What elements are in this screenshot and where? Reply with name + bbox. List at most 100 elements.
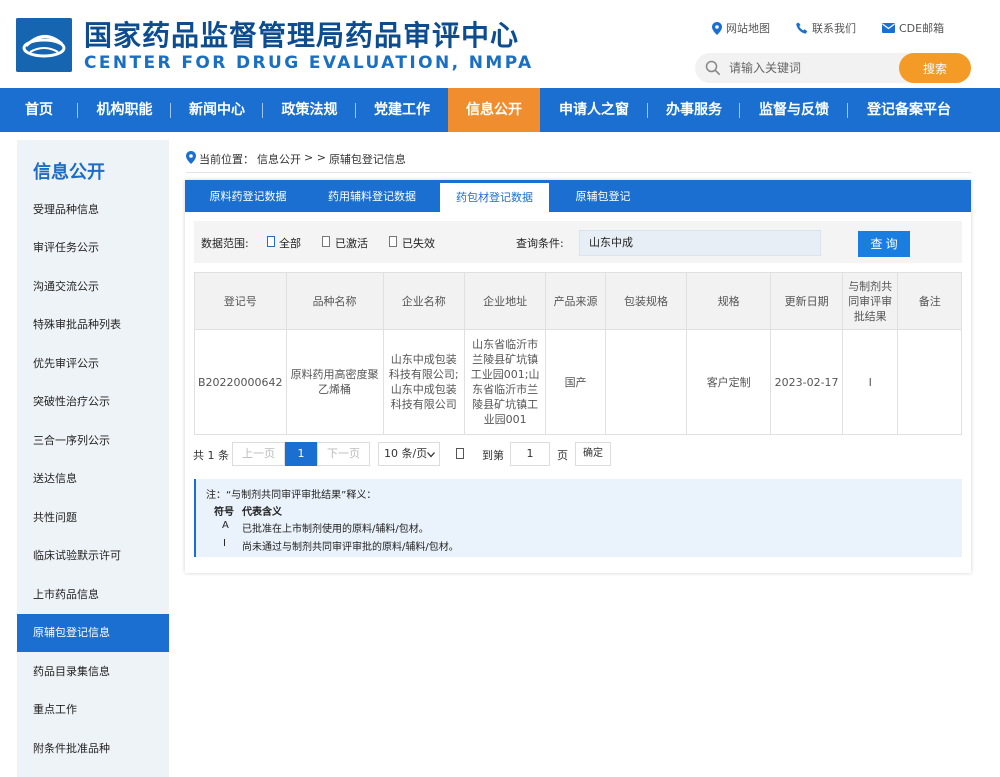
goto-confirm-button[interactable]: 确定 bbox=[575, 442, 611, 466]
breadcrumb-prefix: 当前位置： bbox=[199, 153, 254, 166]
note-meaning-a: 已批准在上市制剂使用的原料/辅料/包材。 bbox=[242, 524, 429, 535]
nav-policies[interactable]: 政策法规 bbox=[263, 88, 356, 132]
col-source: 产品来源 bbox=[545, 272, 606, 330]
contact-link-label: 联系我们 bbox=[812, 22, 856, 35]
tab-registration[interactable]: 原辅包登记 bbox=[559, 180, 647, 212]
sidebar-item-special-approval[interactable]: 特殊审批品种列表 bbox=[17, 306, 169, 344]
page-unit-label: 页 bbox=[557, 449, 568, 462]
scope-expired-label: 已失效 bbox=[402, 237, 435, 250]
note-meaning-i: 尚未通过与制剂共同审评审批的原料/辅料/包材。 bbox=[242, 542, 459, 553]
search-input[interactable] bbox=[729, 58, 894, 78]
sidebar-item-breakthrough[interactable]: 突破性治疗公示 bbox=[17, 383, 169, 421]
logo-emblem-icon bbox=[16, 18, 72, 72]
cell-update-date: 2023-02-17 bbox=[770, 329, 843, 435]
sitemap-link[interactable]: 网站地图 bbox=[712, 20, 770, 36]
cell-reg-no: B20220000642 bbox=[194, 329, 287, 435]
scope-active-checkbox[interactable] bbox=[322, 236, 330, 247]
col-joint-review: 与制剂共同审评审批结果 bbox=[841, 272, 899, 330]
page-jump-icon bbox=[456, 448, 464, 459]
scope-all-checkbox[interactable] bbox=[267, 236, 275, 247]
nav-news[interactable]: 新闻中心 bbox=[171, 88, 263, 132]
col-company-name: 企业名称 bbox=[382, 272, 465, 330]
tab-excipient[interactable]: 药用辅料登记数据 bbox=[313, 180, 431, 212]
goto-label: 到第 bbox=[482, 449, 504, 462]
map-pin-icon bbox=[712, 21, 722, 35]
query-label: 查询条件: bbox=[516, 237, 564, 250]
sidebar-item-common-issues[interactable]: 共性问题 bbox=[17, 499, 169, 537]
nav-home[interactable]: 首页 bbox=[0, 88, 78, 132]
cell-company-name: 山东中成包装科技有限公司;山东中成包装科技有限公司 bbox=[382, 329, 465, 435]
prev-page-button[interactable]: 上一页 bbox=[232, 442, 285, 466]
breadcrumb-info-link[interactable]: 信息公开 bbox=[257, 151, 301, 167]
mail-icon bbox=[882, 23, 895, 33]
mail-link-label: CDE邮箱 bbox=[899, 22, 945, 35]
goto-page-input[interactable]: 1 bbox=[510, 442, 550, 466]
scope-label: 数据范围: bbox=[201, 237, 249, 250]
query-input[interactable]: 山东中成 bbox=[579, 230, 821, 256]
note-head-symbol: 符号 bbox=[214, 507, 234, 518]
nav-functions[interactable]: 机构职能 bbox=[78, 88, 171, 132]
phone-icon bbox=[796, 22, 808, 34]
table-header-row: 登记号 品种名称 企业名称 企业地址 产品来源 包装规格 规格 更新日期 与制剂… bbox=[194, 272, 962, 330]
sidebar-item-delivery[interactable]: 送达信息 bbox=[17, 460, 169, 498]
tab-bar: 原料药登记数据 药用辅料登记数据 药包材登记数据 原辅包登记 bbox=[185, 180, 971, 212]
sidebar-item-review-tasks[interactable]: 审评任务公示 bbox=[17, 229, 169, 267]
breadcrumb: 当前位置： 信息公开 > > 原辅包登记信息 bbox=[186, 151, 971, 173]
cell-joint-review: I bbox=[841, 329, 899, 435]
nav-info-disclosure[interactable]: 信息公开 bbox=[448, 88, 540, 132]
breadcrumb-current: 原辅包登记信息 bbox=[328, 153, 406, 166]
col-spec: 规格 bbox=[686, 272, 772, 330]
page-size-select[interactable]: 10 条/页 bbox=[378, 442, 440, 466]
sidebar-item-marketed-drugs[interactable]: 上市药品信息 bbox=[17, 576, 169, 614]
table-row[interactable]: B20220000642 原料药用高密度聚乙烯桶 山东中成包装科技有限公司;山东… bbox=[194, 329, 962, 435]
main-nav: 首页 机构职能 新闻中心 政策法规 党建工作 信息公开 申请人之窗 办事服务 监… bbox=[0, 88, 1000, 132]
legend-note: 注：“与制剂共同审评审批结果”释义： 符号 代表含义 A 已批准在上市制剂使用的… bbox=[194, 479, 962, 557]
nav-registration-platform[interactable]: 登记备案平台 bbox=[848, 88, 970, 132]
query-button[interactable]: 查 询 bbox=[858, 231, 910, 257]
sidebar-item-clinical-trial[interactable]: 临床试验默示许可 bbox=[17, 537, 169, 575]
tab-packaging[interactable]: 药包材登记数据 bbox=[440, 183, 549, 212]
mail-link[interactable]: CDE邮箱 bbox=[882, 20, 944, 36]
location-pin-icon bbox=[186, 151, 196, 164]
tab-api[interactable]: 原料药登记数据 bbox=[189, 180, 307, 212]
col-update-date: 更新日期 bbox=[770, 272, 843, 330]
nav-feedback[interactable]: 监督与反馈 bbox=[740, 88, 848, 132]
sidebar-item-priority-review[interactable]: 优先审评公示 bbox=[17, 345, 169, 383]
contact-link[interactable]: 联系我们 bbox=[796, 20, 856, 36]
scope-active-label: 已激活 bbox=[335, 237, 368, 250]
sidebar-item-communication[interactable]: 沟通交流公示 bbox=[17, 268, 169, 306]
pagination: 共 1 条 上一页 1 下一页 10 条/页 到第 1 页 确定 bbox=[193, 442, 961, 468]
note-symbol-a: A bbox=[222, 520, 229, 531]
next-page-button[interactable]: 下一页 bbox=[317, 442, 370, 466]
cell-package-spec bbox=[604, 329, 688, 435]
col-remarks: 备注 bbox=[897, 272, 962, 330]
nav-services[interactable]: 办事服务 bbox=[648, 88, 740, 132]
sidebar-item-accepted[interactable]: 受理品种信息 bbox=[17, 191, 169, 229]
results-table: 登记号 品种名称 企业名称 企业地址 产品来源 包装规格 规格 更新日期 与制剂… bbox=[194, 272, 962, 435]
page-1-button[interactable]: 1 bbox=[285, 442, 317, 466]
sitemap-link-label: 网站地图 bbox=[726, 22, 770, 35]
scope-all-label: 全部 bbox=[279, 237, 301, 250]
col-reg-no: 登记号 bbox=[194, 272, 287, 330]
search-box: 搜索 bbox=[695, 53, 971, 83]
nav-party[interactable]: 党建工作 bbox=[356, 88, 448, 132]
sidebar-item-key-work[interactable]: 重点工作 bbox=[17, 691, 169, 729]
cde-logo[interactable] bbox=[16, 18, 72, 72]
page-size-value: 10 条/页 bbox=[384, 447, 428, 460]
note-symbol-i: I bbox=[223, 538, 226, 549]
breadcrumb-separator: > > bbox=[304, 151, 326, 164]
sidebar-item-three-in-one[interactable]: 三合一序列公示 bbox=[17, 422, 169, 460]
search-icon bbox=[705, 60, 721, 76]
chevron-down-icon bbox=[427, 452, 435, 458]
content-panel: 原料药登记数据 药用辅料登记数据 药包材登记数据 原辅包登记 数据范围: 全部 … bbox=[185, 180, 971, 573]
nav-applicant[interactable]: 申请人之窗 bbox=[540, 88, 648, 132]
sidebar-item-drug-catalog[interactable]: 药品目录集信息 bbox=[17, 653, 169, 691]
cell-source: 国产 bbox=[545, 329, 606, 435]
cell-spec: 客户定制 bbox=[686, 329, 772, 435]
col-company-address: 企业地址 bbox=[463, 272, 547, 330]
sidebar-item-conditional-approval[interactable]: 附条件批准品种 bbox=[17, 730, 169, 768]
sidebar: 信息公开 受理品种信息 审评任务公示 沟通交流公示 特殊审批品种列表 优先审评公… bbox=[17, 140, 169, 777]
scope-expired-checkbox[interactable] bbox=[389, 236, 397, 247]
search-button[interactable]: 搜索 bbox=[899, 53, 971, 83]
sidebar-item-api-excipient-packaging[interactable]: 原辅包登记信息 bbox=[17, 614, 169, 652]
